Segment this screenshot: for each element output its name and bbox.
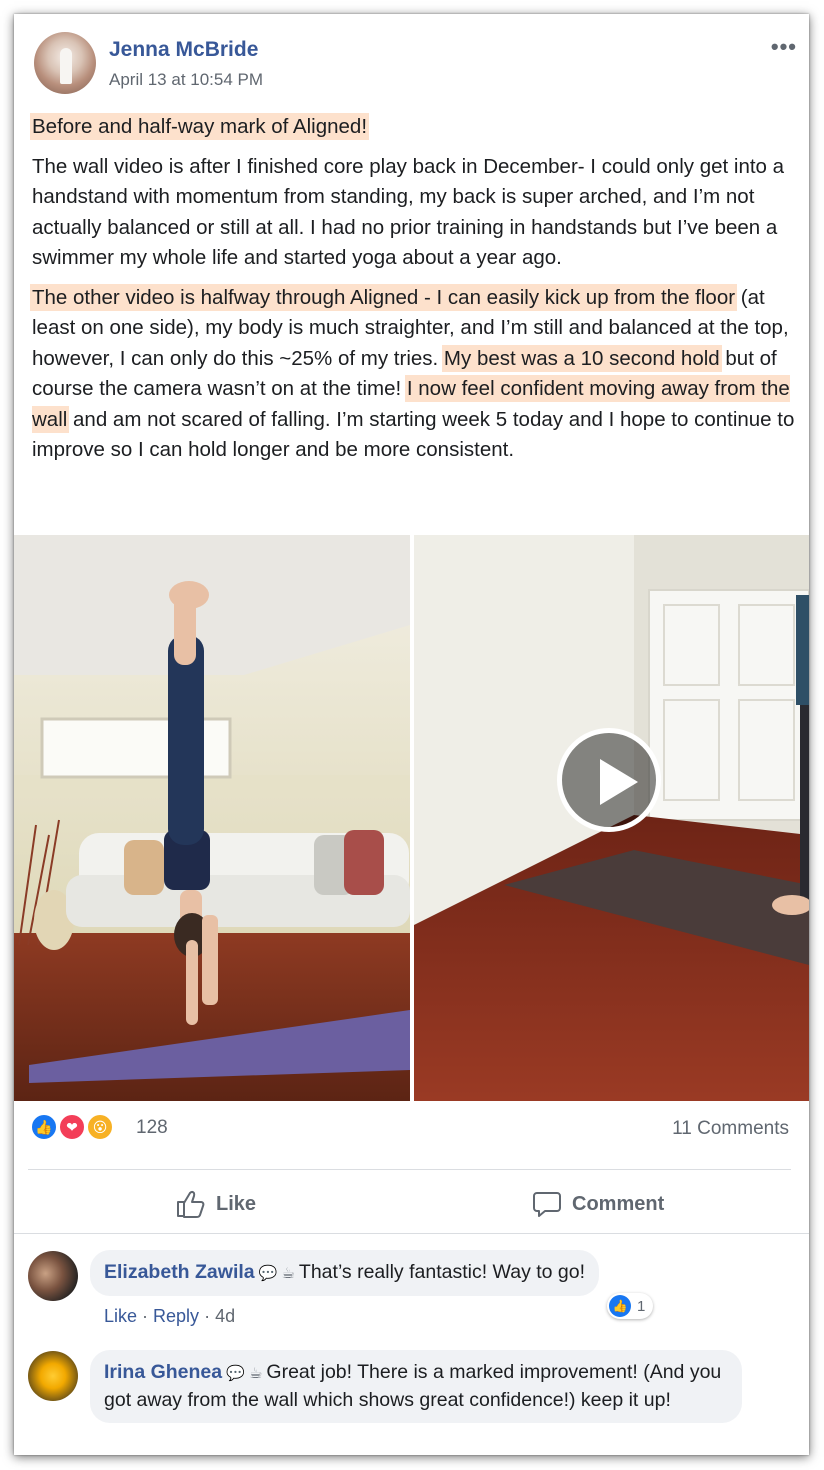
comment-age[interactable]: 4d [215, 1306, 235, 1326]
post-card: Jenna McBride April 13 at 10:54 PM ••• B… [14, 14, 809, 1455]
post-timestamp[interactable]: April 13 at 10:54 PM [109, 70, 263, 90]
comment-reaction-count: 1 [637, 1297, 646, 1315]
avatar-figure [60, 48, 72, 84]
commenter-avatar[interactable] [28, 1351, 78, 1401]
more-options-icon[interactable]: ••• [771, 34, 797, 60]
highlight-2: The other video is halfway through Align… [32, 285, 736, 309]
badge-icons: 💬 ☕ [258, 1265, 295, 1282]
thumbs-up-icon [177, 1191, 205, 1218]
highlight-1: Before and half-way mark of Aligned! [32, 115, 368, 138]
comment-like-link[interactable]: Like [104, 1306, 137, 1326]
comment-text: That’s really fantastic! Way to go! [298, 1261, 586, 1283]
commenter-name[interactable]: Irina Ghenea [104, 1361, 222, 1383]
divider [28, 1169, 791, 1170]
comment-bubble: Irina Ghenea 💬 ☕ Great job! There is a mar… [90, 1350, 742, 1423]
wow-reaction-icon: 😮 [86, 1113, 114, 1141]
author-avatar[interactable] [34, 32, 96, 94]
author-name[interactable]: Jenna McBride [109, 38, 258, 62]
comment-bubble-icon [533, 1192, 561, 1217]
commenter-avatar[interactable] [28, 1251, 78, 1301]
badge-icons: 💬 ☕ [226, 1365, 263, 1382]
post-paragraph-3: The other video is halfway through Align… [32, 283, 802, 466]
comment-button-label: Comment [572, 1192, 665, 1215]
comment-reply-link[interactable]: Reply [153, 1306, 199, 1326]
like-reaction-icon: 👍 [30, 1113, 58, 1141]
reaction-count: 128 [136, 1117, 168, 1138]
comments-section: Elizabeth Zawila 💬 ☕ That’s really fantast… [14, 1233, 809, 1455]
commenter-name[interactable]: Elizabeth Zawila [104, 1261, 255, 1283]
comments-count-link[interactable]: 11 Comments [672, 1118, 789, 1140]
like-button-label: Like [216, 1192, 257, 1215]
comment-bubble: Elizabeth Zawila 💬 ☕ That’s really fantast… [90, 1250, 600, 1296]
play-button[interactable] [557, 728, 661, 832]
comment-reaction-badge[interactable]: 👍 1 [607, 1293, 654, 1319]
video-thumbnail[interactable] [414, 535, 809, 1101]
like-button[interactable]: Like [176, 1184, 256, 1224]
like-reaction-icon: 👍 [609, 1295, 631, 1317]
media-gallery [14, 535, 809, 1101]
post-text-segment: and am not scared of falling. I’m starti… [32, 407, 795, 462]
highlight-3: My best was a 10 second hold [443, 346, 720, 370]
comment-button[interactable]: Comment [532, 1184, 664, 1224]
post-paragraph-1: Before and half-way mark of Aligned! [32, 112, 802, 143]
love-reaction-icon: ❤ [58, 1113, 86, 1141]
handstand-photo[interactable] [14, 535, 410, 1101]
handstand-photo-illustration [14, 535, 410, 1101]
post-paragraph-2: The wall video is after I finished core … [32, 154, 785, 270]
post-body: Before and half-way mark of Aligned! The… [32, 112, 802, 475]
comment-meta: Like · Reply · 4d [104, 1306, 236, 1326]
